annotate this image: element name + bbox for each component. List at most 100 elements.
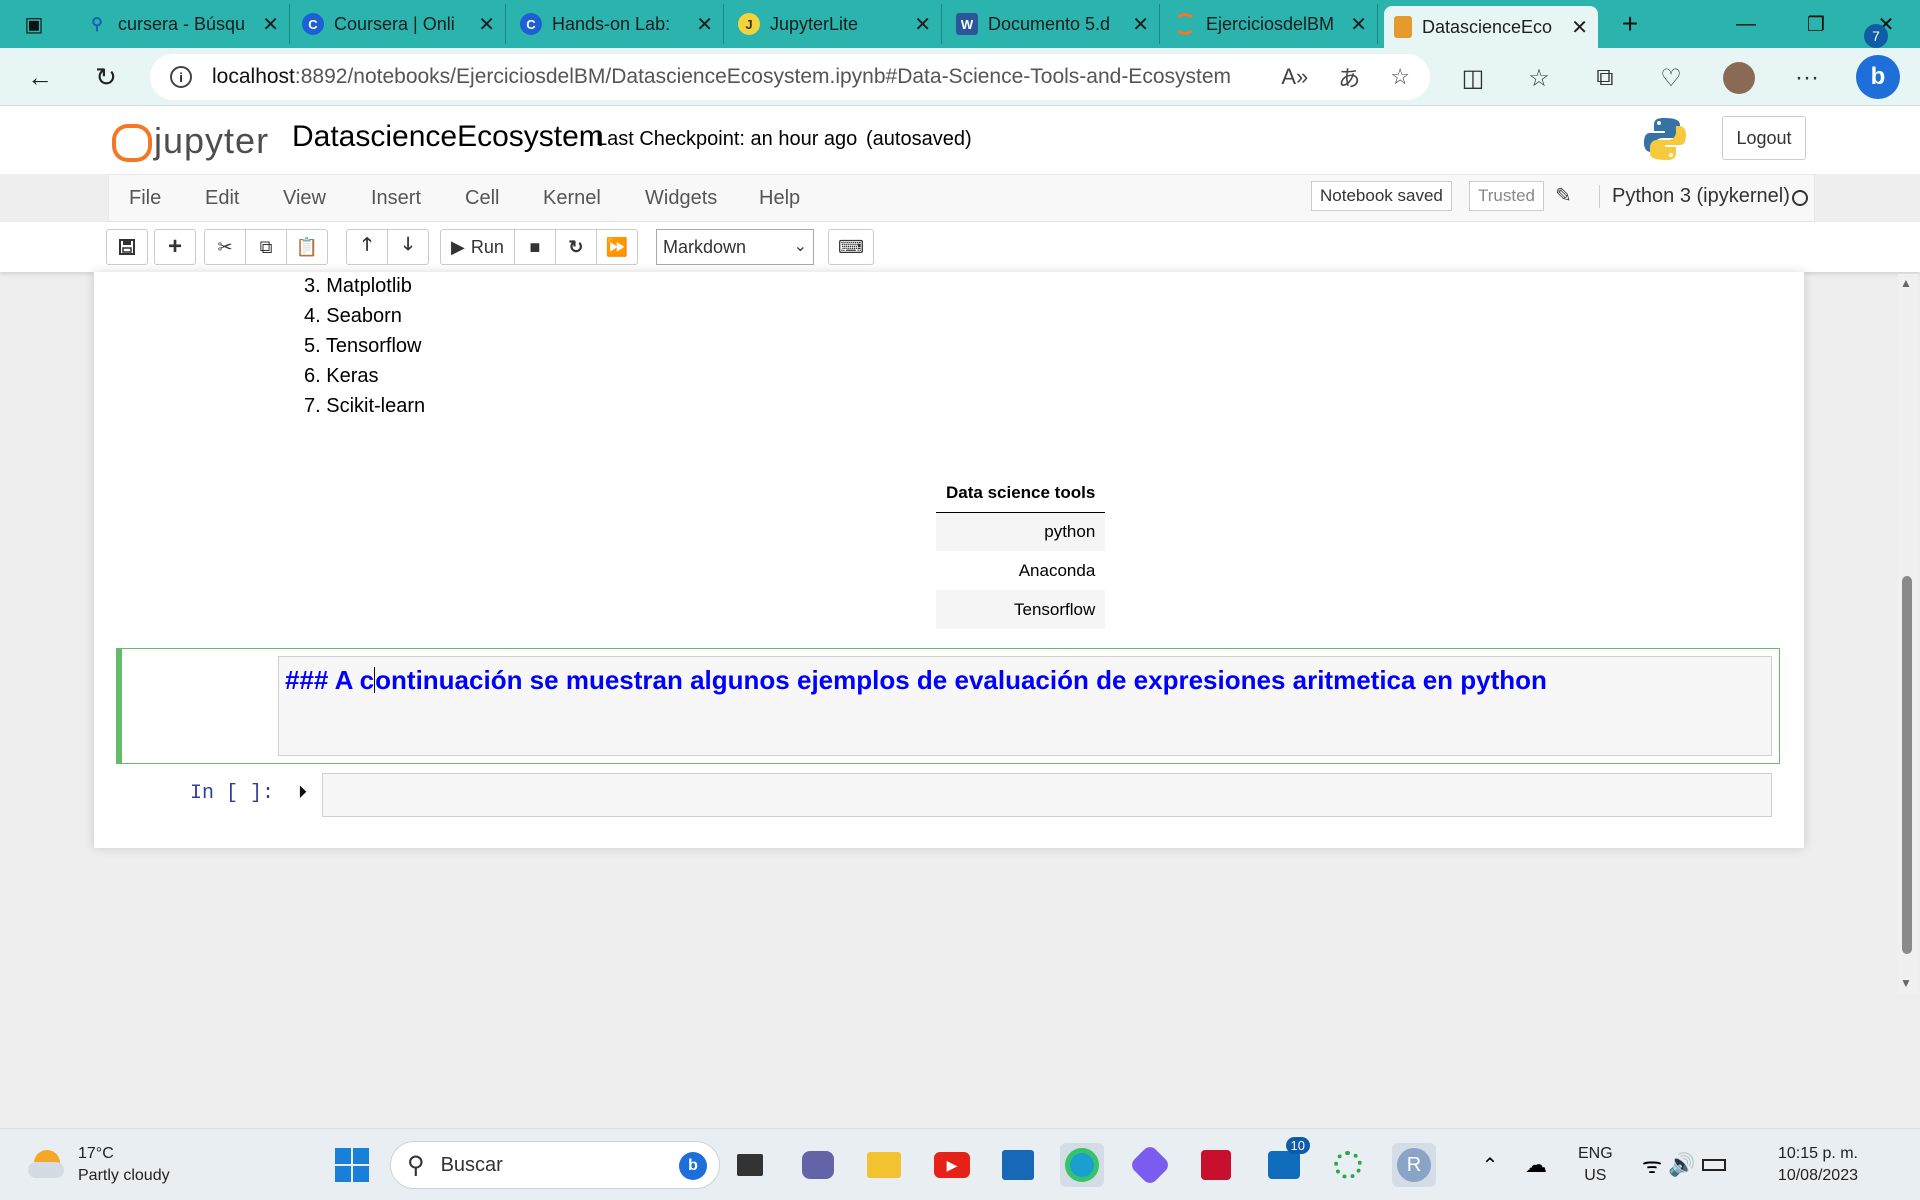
profile-avatar[interactable] [1722, 61, 1756, 95]
scroll-down-icon[interactable]: ▼ [1900, 976, 1912, 990]
mcafee-icon[interactable] [1194, 1143, 1238, 1187]
task-view-icon[interactable] [728, 1143, 772, 1187]
notification-count-badge[interactable]: 7 [1864, 24, 1888, 48]
menu-edit[interactable]: Edit [205, 187, 239, 210]
language-indicator[interactable]: ENG US [1578, 1143, 1613, 1187]
move-down-button[interactable]: 🡓 [387, 229, 429, 265]
edge-browser-icon[interactable] [1060, 1143, 1104, 1187]
close-icon[interactable]: ✕ [696, 12, 713, 37]
markdown-cell-editor[interactable]: ### A continuación se muestran algunos e… [278, 656, 1772, 756]
weather-condition: Partly cloudy [78, 1167, 170, 1184]
bing-copilot-icon[interactable]: b [1856, 55, 1900, 99]
close-icon[interactable]: ✕ [262, 12, 279, 37]
notebook-title[interactable]: DatascienceEcosystem [292, 120, 604, 154]
browser-tab-active[interactable]: DatascienceEco ✕ [1384, 6, 1598, 48]
battery-icon[interactable] [1698, 1143, 1730, 1187]
scissors-icon: ✂ [217, 236, 233, 257]
site-info-icon[interactable]: i [170, 66, 192, 88]
restore-icon[interactable]: ❐ [1786, 0, 1846, 48]
read-aloud-icon[interactable]: A» [1281, 64, 1308, 90]
trusted-indicator[interactable]: Trusted [1469, 181, 1545, 211]
plus-icon: + [167, 233, 182, 260]
taskbar-search[interactable]: ⚲ Buscar b [390, 1141, 720, 1189]
outlook-icon[interactable]: 10 [1262, 1137, 1310, 1187]
browser-tab[interactable]: C Coursera | Onli ✕ [292, 4, 506, 44]
browser-tab[interactable]: EjerciciosdelBM ✕ [1164, 4, 1378, 44]
close-icon[interactable]: ✕ [914, 12, 931, 37]
restart-run-all-button[interactable]: ⏩ [595, 229, 638, 265]
browser-tab-bar: ▣ ⚲ cursera - Búsqu ✕ C Coursera | Onli … [0, 0, 1920, 48]
windows-start-icon[interactable] [330, 1143, 374, 1187]
interrupt-kernel-button[interactable]: ■ [513, 229, 556, 265]
close-icon[interactable]: ✕ [1350, 12, 1367, 37]
youtube-icon[interactable]: ▶ [930, 1143, 974, 1187]
kernel-idle-indicator-icon [1792, 190, 1808, 206]
browser-tab[interactable]: C Hands-on Lab: ✕ [510, 4, 724, 44]
wifi-icon[interactable]: ᯤ [1636, 1143, 1668, 1187]
menu-file[interactable]: File [129, 187, 161, 210]
copy-cells-button[interactable]: ⧉ [245, 229, 287, 265]
new-tab-icon[interactable]: + [1600, 0, 1660, 48]
notification-badge: 10 [1285, 1137, 1310, 1154]
browser-essentials-icon[interactable]: ♡ [1654, 61, 1688, 95]
chevron-up-icon[interactable]: ⌃ [1468, 1143, 1512, 1187]
back-arrow-icon[interactable]: ← [20, 57, 60, 97]
more-options-icon[interactable]: ··· [1790, 61, 1824, 95]
close-icon[interactable]: ✕ [478, 12, 495, 37]
save-button[interactable] [106, 229, 148, 265]
run-cell-icon[interactable]: ⏵ [298, 782, 307, 803]
restart-icon: ↻ [568, 236, 584, 257]
tab-title: Hands-on Lab: [552, 13, 671, 34]
table-cell: python [936, 512, 1106, 551]
cell-type-select[interactable]: Markdown ⌄ [656, 229, 814, 265]
refresh-icon[interactable]: ↻ [86, 57, 126, 97]
collections-icon[interactable]: ⧉ [1588, 61, 1622, 95]
microsoft-store-icon[interactable] [996, 1143, 1040, 1187]
close-icon[interactable]: ✕ [1571, 15, 1588, 40]
url-field[interactable]: i localhost :8892/notebooks/Ejerciciosde… [150, 54, 1430, 100]
volume-icon[interactable]: 🔊 [1666, 1143, 1698, 1187]
scroll-up-icon[interactable]: ▲ [1900, 276, 1912, 290]
tab-actions-icon[interactable]: ▣ [6, 0, 62, 48]
sync-app-icon[interactable] [1326, 1143, 1370, 1187]
run-button[interactable]: ▶ Run [440, 229, 515, 265]
logout-button[interactable]: Logout [1722, 116, 1806, 160]
r-app-icon[interactable]: R [1392, 1143, 1436, 1187]
close-icon[interactable]: ✕ [1132, 12, 1149, 37]
move-up-button[interactable]: 🡑 [346, 229, 388, 265]
restart-kernel-button[interactable]: ↻ [554, 229, 597, 265]
browser-tab[interactable]: ⚲ cursera - Búsqu ✕ [76, 4, 290, 44]
paste-cells-button[interactable]: 📋 [286, 229, 328, 265]
tab-title: DatascienceEco [1422, 16, 1553, 37]
browser-tab[interactable]: J JupyterLite ✕ [728, 4, 942, 44]
teams-chat-icon[interactable] [796, 1143, 840, 1187]
address-bar: ← ↻ i localhost :8892/notebooks/Ejercici… [0, 48, 1920, 106]
command-palette-button[interactable]: ⌨ [828, 229, 874, 265]
language: ENG [1578, 1145, 1613, 1162]
weather-widget[interactable]: 17°C Partly cloudy [28, 1143, 170, 1187]
menu-widgets[interactable]: Widgets [645, 187, 717, 210]
insert-cell-below-button[interactable]: + [154, 229, 196, 265]
favorites-icon[interactable]: ☆ [1522, 61, 1556, 95]
menu-kernel[interactable]: Kernel [543, 187, 601, 210]
jupyter-logo[interactable]: jupyter [112, 120, 269, 162]
minimize-icon[interactable]: — [1716, 0, 1776, 48]
keyboard-icon: ⌨ [838, 236, 864, 257]
menu-cell[interactable]: Cell [465, 187, 499, 210]
menu-help[interactable]: Help [759, 187, 800, 210]
file-explorer-icon[interactable] [862, 1143, 906, 1187]
translate-icon[interactable]: あ [1338, 61, 1360, 93]
clock[interactable]: 10:15 p. m. 10/08/2023 [1748, 1143, 1858, 1187]
menu-insert[interactable]: Insert [371, 187, 421, 210]
code-cell-editor[interactable] [322, 773, 1772, 817]
menu-view[interactable]: View [283, 187, 326, 210]
favorite-star-icon[interactable]: ☆ [1390, 64, 1410, 90]
onedrive-cloud-icon[interactable]: ☁ [1514, 1143, 1558, 1187]
browser-tab[interactable]: W Documento 5.d ✕ [946, 4, 1160, 44]
copilot-icon[interactable] [1128, 1143, 1172, 1187]
kernel-name[interactable]: Python 3 (ipykernel) [1599, 185, 1790, 208]
scrollbar-thumb[interactable] [1902, 576, 1912, 954]
notebook-icon [1394, 16, 1412, 38]
split-screen-icon[interactable]: ◫ [1456, 61, 1490, 95]
cut-cells-button[interactable]: ✂ [204, 229, 246, 265]
